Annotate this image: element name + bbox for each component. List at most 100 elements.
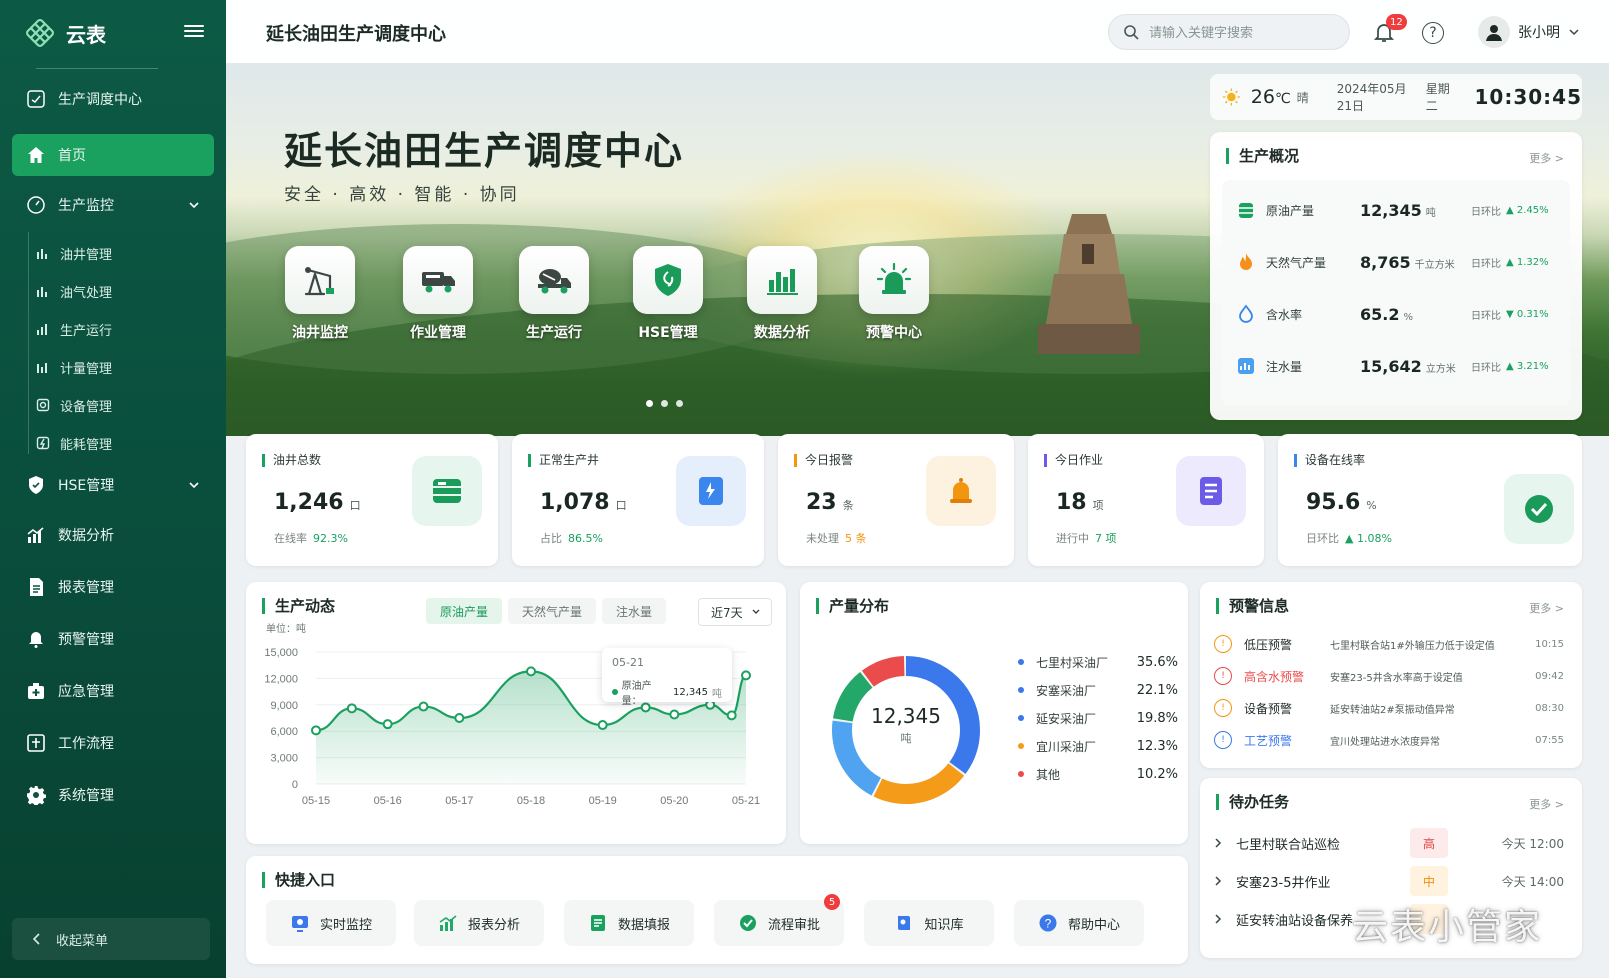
shortcut-report-analysis[interactable]: 报表分析 (414, 900, 544, 946)
alert-type: 高含水预警 (1244, 669, 1305, 684)
notification-badge: 12 (1386, 14, 1407, 30)
search-input[interactable] (1149, 24, 1339, 40)
flame-icon (1240, 253, 1252, 270)
dashboard-icon (27, 90, 45, 108)
chart-unit-label: 单位：吨 (266, 622, 306, 635)
sidebar-item-hse[interactable]: HSE管理 (12, 464, 214, 506)
stat-card-total-wells[interactable]: 油井总数 1,246 口 在线率 92.3% (246, 434, 498, 566)
alert-item[interactable]: ! 低压预警 七里村联合站1#外输压力低于设定值 10:15 (1214, 628, 1570, 660)
shortcut-data-entry[interactable]: 数据填报 (564, 900, 694, 946)
help-icon[interactable]: ? (1422, 22, 1444, 44)
carousel-dot[interactable] (646, 400, 653, 407)
shortcut-realtime-monitor[interactable]: 实时监控 (266, 900, 396, 946)
quick-link-data-analysis[interactable]: 数据分析 (742, 246, 822, 342)
stat-card-equipment-online[interactable]: 设备在线率 95.6% 日环比 ▲ 1.08% (1278, 434, 1582, 566)
overview-name: 天然气产量 (1266, 255, 1327, 270)
alert-desc: 安塞23-5井含水率高于设定值 (1330, 672, 1463, 684)
chevron-right-icon (1215, 838, 1222, 848)
data-point (597, 720, 608, 731)
todo-item[interactable]: 七里村联合站巡检 高 今天 12:00 (1214, 824, 1570, 862)
shortcut-label: 报表分析 (467, 917, 520, 933)
production-well-icon (699, 477, 723, 505)
quick-link-well-monitor[interactable]: 油井监控 (280, 246, 360, 342)
tooltip-series: 原油产量： (621, 681, 652, 707)
analytics-icon (27, 527, 44, 543)
app-logo[interactable]: 云表 (24, 16, 106, 50)
oil-barrel-icon (1239, 203, 1253, 218)
shortcut-knowledge-base[interactable]: 知识库 (864, 900, 994, 946)
sidebar-item-data-analysis[interactable]: 数据分析 (12, 514, 214, 556)
overview-change: ▲ 3.21% (1506, 360, 1549, 372)
chevron-left-icon (32, 933, 40, 945)
quick-link-job-management[interactable]: 作业管理 (398, 246, 478, 342)
card-title: 预警信息 (1216, 598, 1289, 614)
shortcut-help-center[interactable]: ? 帮助中心 (1014, 900, 1144, 946)
alert-item[interactable]: ! 高含水预警 安塞23-5井含水率高于设定值 09:42 (1214, 660, 1570, 692)
card-title: 待办任务 (1216, 794, 1289, 810)
sidebar-subitem-oil-well[interactable]: 油井管理 (36, 238, 112, 268)
alarm-bell-icon (29, 632, 43, 648)
sidebar-item-reports[interactable]: 报表管理 (12, 566, 214, 608)
stat-card-normal-wells[interactable]: 正常生产井 1,078 口 占比 86.5% (512, 434, 764, 566)
analytics-icon (439, 915, 457, 931)
sidebar-subitem-energy[interactable]: 能耗管理 (36, 428, 112, 458)
stat-foot: 占比 86.5% (540, 532, 603, 545)
alarm-icon (876, 262, 912, 294)
carousel-dot[interactable] (661, 400, 668, 407)
sun-icon (1222, 88, 1240, 106)
todo-item[interactable]: 安塞23-5井作业 中 今天 14:00 (1214, 862, 1570, 900)
more-link[interactable]: 更多 > (1529, 796, 1564, 812)
legend-swatch (1018, 715, 1024, 721)
sidebar-item-dispatch-center[interactable]: 生产调度中心 (12, 78, 214, 120)
todo-item[interactable]: 延安转油站设备保养 (1214, 900, 1570, 938)
more-link[interactable]: 更多 > (1529, 150, 1564, 166)
stat-card-today-alarms[interactable]: 今日报警 23 条 未处理 5 条 (778, 434, 1014, 566)
current-time: 10:30:45 (1474, 85, 1582, 109)
collapse-menu-button[interactable]: 收起菜单 (12, 918, 210, 960)
overview-value: 15,642 立方米 (1360, 356, 1456, 376)
sidebar-subitem-operation[interactable]: 生产运行 (36, 314, 112, 344)
more-link[interactable]: 更多 > (1529, 600, 1564, 616)
shortcut-process-approval[interactable]: 流程审批 5 (714, 894, 844, 946)
sidebar-subitem-equipment[interactable]: 设备管理 (36, 390, 112, 420)
stat-foot: 未处理 5 条 (806, 532, 867, 545)
chevron-down-icon (1569, 29, 1579, 36)
carousel-dot[interactable] (676, 400, 683, 407)
sidebar-subitem-metering[interactable]: 计量管理 (36, 352, 112, 382)
sidebar-item-emergency[interactable]: 应急管理 (12, 670, 214, 712)
alert-desc: 延安转油站2#泵振动值异常 (1330, 704, 1455, 716)
search-box[interactable] (1108, 14, 1350, 50)
sidebar-subitem-label: 生产运行 (60, 323, 113, 339)
x-tick-label: 05-21 (732, 795, 760, 807)
quick-link-production-operation[interactable]: 生产运行 (514, 246, 594, 342)
quick-link-hse[interactable]: HSE管理 (628, 246, 708, 342)
oil-tank-icon (433, 479, 461, 503)
mixer-truck-icon (538, 269, 571, 294)
alert-item[interactable]: ! 设备预警 延安转油站2#泵振动值异常 08:30 (1214, 692, 1570, 724)
production-distribution-card: 产量分布 12,345 吨 七里村采油厂 35.6% 安塞采油厂 22.1% 延安采… (800, 582, 1188, 844)
warning-icon: ! (1214, 699, 1232, 717)
legend-item: 延安采油厂 19.8% (1018, 704, 1178, 732)
warning-icon: ! (1214, 635, 1232, 653)
warning-info-card: 预警信息 更多 > ! 低压预警 七里村联合站1#外输压力低于设定值 10:15! 高含… (1200, 582, 1582, 768)
sidebar-item-label: 生产监控 (58, 198, 114, 214)
x-tick-label: 05-15 (302, 795, 330, 807)
sidebar-item-settings[interactable]: 系统管理 (12, 774, 214, 816)
notification-button[interactable]: 12 (1372, 14, 1407, 46)
alert-item[interactable]: ! 工艺预警 宜川处理站进水浓度异常 07:55 (1214, 724, 1570, 756)
app-root: 云表 生产调度中心 首页 生产监控 油井管理 油气处理 生产运行 计量管理 设备… (0, 0, 1609, 978)
quick-link-label: 作业管理 (410, 325, 466, 341)
sidebar-item-warnings[interactable]: 预警管理 (12, 618, 214, 660)
sidebar-item-home[interactable]: 首页 (12, 134, 214, 176)
knowledge-icon (898, 916, 911, 930)
sidebar-item-label: 首页 (58, 148, 86, 164)
sidebar-subitem-oil-gas[interactable]: 油气处理 (36, 276, 112, 306)
stat-card-today-jobs[interactable]: 今日作业 18 项 进行中 7 项 (1028, 434, 1264, 566)
user-menu[interactable]: 张小明 (1478, 16, 1580, 48)
menu-toggle-icon[interactable] (184, 22, 204, 42)
legend-swatch (1018, 659, 1024, 665)
sidebar-item-workflow[interactable]: 工作流程 (12, 722, 214, 764)
quick-link-warning-center[interactable]: 预警中心 (854, 246, 934, 342)
sidebar-item-production-monitor[interactable]: 生产监控 (12, 184, 214, 226)
sidebar-item-label: HSE管理 (58, 478, 115, 494)
